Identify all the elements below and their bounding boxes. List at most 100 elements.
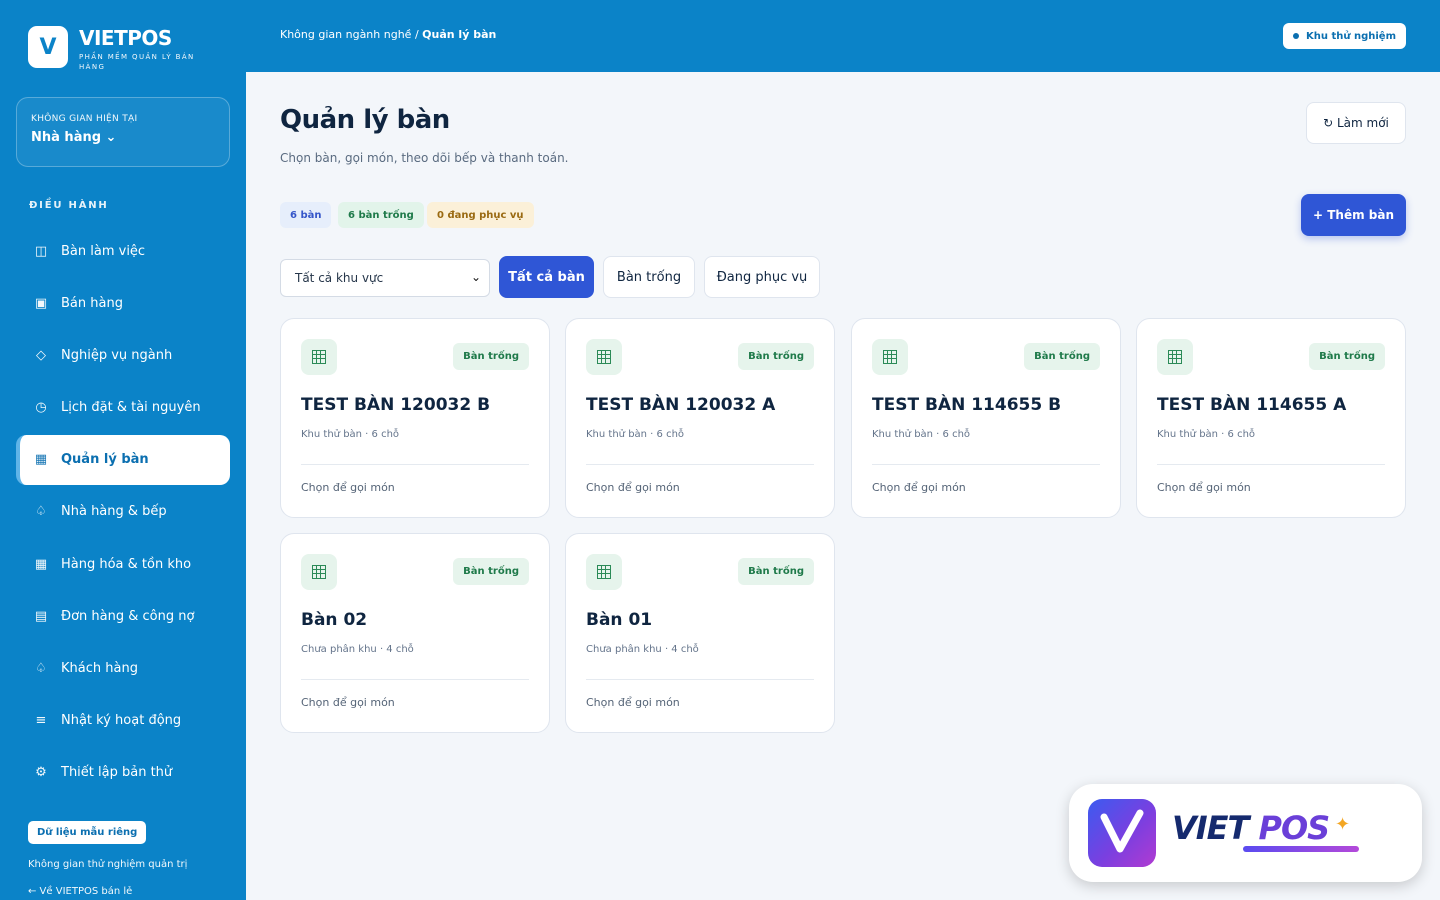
table-card[interactable]: Bàn trống TEST BÀN 114655 B Khu thử bàn … [851, 318, 1121, 518]
sidebar-nav: ◫ Bàn làm việc ▣ Bán hàng ◇ Nghiệp vụ ngành… [16, 226, 230, 800]
brand-tagline: PHẦN MỀM QUẢN LÝ BÁN HÀNG [79, 53, 195, 71]
status-badge: Bàn trống [1309, 343, 1385, 370]
filter-all-tables[interactable]: Tất cả bàn [499, 256, 594, 298]
sidebar-item-label: Thiết lập bản thử [61, 765, 173, 781]
sidebar-item-label: Lịch đặt & tài nguyên [61, 400, 201, 416]
table-grid-icon [597, 565, 611, 579]
status-badge: Bàn trống [1024, 343, 1100, 370]
wordmark-viet: VIET [1172, 809, 1249, 847]
status-badge: Bàn trống [453, 558, 529, 585]
sidebar-item-sales[interactable]: ▣ Bán hàng [16, 278, 230, 328]
table-tile [301, 339, 337, 375]
table-meta: Khu thử bàn · 6 chỗ [872, 429, 971, 440]
sidebar-item-label: Đơn hàng & công nợ [61, 608, 195, 624]
sidebar-item-settings[interactable]: ⚙ Thiết lập bản thử [16, 748, 230, 798]
table-meta: Khu thử bàn · 6 chỗ [1157, 429, 1256, 440]
chevron-down-icon: ⌄ [470, 270, 481, 284]
sparkle-icon: ✦ [1335, 814, 1351, 835]
sidebar-item-orders[interactable]: ▤ Đơn hàng & công nợ [16, 591, 230, 641]
refresh-button[interactable]: ↻ Làm mới [1306, 102, 1406, 144]
sidebar-item-label: Bán hàng [61, 295, 123, 311]
table-card[interactable]: Bàn trống TEST BÀN 120032 A Khu thử bàn … [565, 318, 835, 518]
stat-free-tables: 6 bàn trống [338, 202, 424, 228]
status-badge: Bàn trống [738, 343, 814, 370]
list-icon: ≡ [35, 713, 47, 729]
card-divider [586, 464, 814, 465]
pos-icon: ▣ [34, 295, 48, 311]
sidebar-item-dashboard[interactable]: ◫ Bàn làm việc [16, 226, 230, 276]
trial-zone-label: Khu thử nghiệm [1306, 30, 1396, 42]
nav-section-title: ĐIỀU HÀNH [29, 200, 109, 211]
table-name: TEST BÀN 120032 A [586, 395, 776, 415]
stat-total-tables: 6 bàn [280, 202, 332, 228]
sidebar-note: Không gian thử nghiệm quản trị [28, 859, 188, 870]
sidebar-item-label: Quản lý bàn [61, 452, 149, 468]
workspace-label: KHÔNG GIAN HIỆN TẠI [31, 114, 138, 124]
table-name: TEST BÀN 114655 A [1157, 395, 1347, 415]
order-cta[interactable]: Chọn để gọi món [1157, 481, 1251, 494]
table-card[interactable]: Bàn trống TEST BÀN 114655 A Khu thử bàn … [1136, 318, 1406, 518]
workspace-switcher[interactable]: KHÔNG GIAN HIỆN TẠI Nhà hàng ⌄ [16, 97, 230, 167]
sample-data-button[interactable]: Dữ liệu mẫu riêng [28, 821, 147, 844]
table-grid-icon [1168, 350, 1182, 364]
sidebar-item-label: Bàn làm việc [61, 243, 146, 259]
sidebar-item-kitchen[interactable]: ♤ Nhà hàng & bếp [16, 487, 230, 537]
layout-icon: ◫ [34, 243, 48, 259]
sidebar-item-booking[interactable]: ◷ Lịch đặt & tài nguyên [16, 383, 230, 433]
grid-icon: ▦ [34, 556, 48, 572]
table-grid-icon [312, 565, 326, 579]
sidebar-item-label: Nghiệp vụ ngành [61, 347, 173, 363]
sidebar-item-tables[interactable]: ▦ Quản lý bàn [16, 434, 230, 485]
add-table-button[interactable]: + Thêm bàn [1301, 194, 1406, 236]
topbar: Không gian ngành nghề / Quản lý bàn Khu … [246, 0, 1440, 72]
watermark-wordmark: VIET POS [1172, 809, 1331, 847]
status-badge: Bàn trống [738, 558, 814, 585]
card-divider [301, 464, 529, 465]
order-cta[interactable]: Chọn để gọi món [301, 696, 395, 709]
order-cta[interactable]: Chọn để gọi món [301, 481, 395, 494]
sidebar-item-industry[interactable]: ◇ Nghiệp vụ ngành [16, 330, 230, 380]
filter-free-tables[interactable]: Bàn trống [603, 256, 695, 298]
table-grid-icon [312, 350, 326, 364]
table-card[interactable]: Bàn trống TEST BÀN 120032 B Khu thử bàn … [280, 318, 550, 518]
breadcrumb-parent[interactable]: Không gian ngành nghề / [280, 28, 419, 41]
diamond-icon: ◇ [36, 347, 46, 363]
chef-icon: ♤ [35, 504, 47, 520]
brand[interactable]: V VIETPOS PHẦN MỀM QUẢN LÝ BÁN HÀNG [28, 26, 204, 72]
trial-zone-pill[interactable]: Khu thử nghiệm [1283, 23, 1406, 49]
table-card[interactable]: Bàn trống Bàn 02 Chưa phân khu · 4 chỗ C… [280, 533, 550, 733]
table-name: Bàn 02 [301, 610, 368, 630]
table-tile [872, 339, 908, 375]
status-badge: Bàn trống [453, 343, 529, 370]
table-name: TEST BÀN 120032 B [301, 395, 491, 415]
status-dot-icon [1293, 33, 1299, 39]
breadcrumb: Không gian ngành nghề / Quản lý bàn [280, 28, 496, 41]
sidebar-item-activity-log[interactable]: ≡ Nhật ký hoạt động [16, 696, 230, 746]
area-select[interactable]: Tất cả khu vực ⌄ [280, 259, 490, 297]
vietpos-watermark-logo: VIET POS ✦ [1069, 784, 1422, 882]
sidebar-item-inventory[interactable]: ▦ Hàng hóa & tồn kho [16, 539, 230, 589]
order-cta[interactable]: Chọn để gọi món [872, 481, 966, 494]
sidebar-item-label: Nhật ký hoạt động [61, 713, 182, 729]
table-grid-icon [597, 350, 611, 364]
brand-logo-icon: V [28, 26, 68, 68]
card-divider [301, 679, 529, 680]
breadcrumb-current: Quản lý bàn [422, 28, 497, 41]
back-to-retail-link[interactable]: ← Về VIETPOS bán lẻ [28, 886, 132, 897]
table-card[interactable]: Bàn trống Bàn 01 Chưa phân khu · 4 chỗ C… [565, 533, 835, 733]
order-cta[interactable]: Chọn để gọi món [586, 481, 680, 494]
user-icon: ♤ [35, 661, 47, 676]
card-divider [872, 464, 1100, 465]
order-cta[interactable]: Chọn để gọi món [586, 696, 680, 709]
gear-icon: ⚙ [35, 765, 47, 781]
wordmark-pos: POS [1258, 809, 1331, 847]
sidebar-item-customers[interactable]: ♤ Khách hàng [16, 644, 230, 694]
card-divider [1157, 464, 1385, 465]
filter-serving-tables[interactable]: Đang phục vụ [704, 256, 820, 298]
swoosh-decoration [1243, 846, 1359, 852]
table-tile [586, 554, 622, 590]
clock-icon: ◷ [35, 400, 47, 416]
grid-icon: ▦ [34, 452, 48, 468]
vietpos-app-icon [1088, 799, 1156, 867]
sidebar-item-label: Hàng hóa & tồn kho [61, 556, 192, 572]
